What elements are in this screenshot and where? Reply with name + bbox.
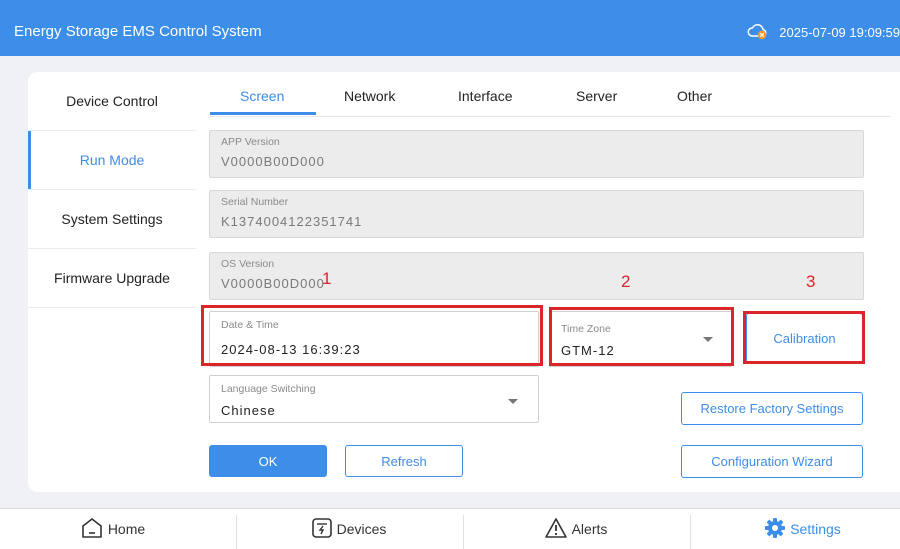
- nav-devices[interactable]: Devices: [236, 509, 461, 549]
- app-version-field: APP Version V0000B00D000: [209, 130, 864, 178]
- nav-label: Devices: [336, 521, 387, 537]
- chevron-down-icon: [508, 399, 518, 404]
- sidebar-item-label: Device Control: [66, 93, 158, 109]
- sidebar-item-system-settings[interactable]: System Settings: [28, 190, 196, 249]
- sidebar-item-label: System Settings: [61, 211, 163, 227]
- field-label: Time Zone: [561, 323, 611, 335]
- sidebar: Device Control Run Mode System Settings …: [28, 72, 196, 308]
- language-select[interactable]: Language Switching Chinese: [209, 375, 539, 423]
- sidebar-item-run-mode[interactable]: Run Mode: [28, 131, 196, 190]
- field-label: OS Version: [221, 258, 275, 270]
- field-label: APP Version: [221, 136, 280, 148]
- title-bar: Energy Storage EMS Control System 2025-0…: [0, 0, 900, 56]
- tab-network[interactable]: Network: [344, 88, 395, 104]
- active-tab-indicator: [210, 112, 316, 115]
- tab-other[interactable]: Other: [677, 88, 712, 104]
- header-datetime: 2025-07-09 19:09:59: [779, 25, 900, 40]
- os-version-field: OS Version V0000B00D000: [209, 252, 864, 300]
- sidebar-item-label: Firmware Upgrade: [54, 270, 170, 286]
- annotation-number-3: 3: [806, 272, 816, 291]
- ok-button[interactable]: OK: [209, 445, 327, 477]
- refresh-button[interactable]: Refresh: [345, 445, 463, 477]
- calibration-button[interactable]: Calibration: [746, 313, 863, 363]
- devices-icon: [311, 517, 337, 542]
- field-value: GTM-12: [561, 343, 615, 358]
- field-label: Serial Number: [221, 196, 289, 208]
- alert-icon: [544, 517, 572, 542]
- serial-number-field: Serial Number K1374004122351741: [209, 190, 864, 238]
- annotation-number-1: 1: [322, 269, 332, 288]
- field-value: Chinese: [221, 403, 276, 418]
- tab-interface[interactable]: Interface: [458, 88, 512, 104]
- field-value: V0000B00D000: [221, 276, 325, 291]
- nav-label: Alerts: [571, 521, 608, 537]
- annotation-number-2: 2: [621, 272, 631, 291]
- nav-home[interactable]: Home: [0, 509, 225, 549]
- sidebar-item-label: Run Mode: [79, 152, 145, 168]
- tab-screen[interactable]: Screen: [240, 88, 284, 104]
- sidebar-item-device-control[interactable]: Device Control: [28, 72, 196, 131]
- date-time-field[interactable]: Date & Time 2024-08-13 16:39:23: [209, 311, 539, 367]
- tab-bar: Screen Network Interface Server Other: [210, 72, 890, 117]
- field-label: Date & Time: [221, 319, 279, 331]
- cloud-error-icon[interactable]: [747, 22, 779, 43]
- gear-icon: [764, 517, 790, 542]
- field-value: K1374004122351741: [221, 214, 363, 229]
- time-zone-select[interactable]: Time Zone GTM-12: [549, 311, 732, 367]
- nav-settings[interactable]: Settings: [690, 509, 900, 549]
- field-label: Language Switching: [221, 383, 316, 395]
- field-value: V0000B00D000: [221, 154, 325, 169]
- field-value: 2024-08-13 16:39:23: [221, 342, 361, 357]
- configuration-wizard-button[interactable]: Configuration Wizard: [681, 445, 863, 478]
- restore-factory-settings-button[interactable]: Restore Factory Settings: [681, 392, 863, 425]
- home-icon: [80, 517, 108, 542]
- chevron-down-icon: [703, 337, 713, 342]
- bottom-nav: Home Devices Alerts Settings: [0, 508, 900, 549]
- nav-label: Home: [107, 521, 146, 537]
- nav-alerts[interactable]: Alerts: [463, 509, 688, 549]
- app-title: Energy Storage EMS Control System: [14, 23, 262, 40]
- nav-label: Settings: [790, 521, 841, 537]
- tab-server[interactable]: Server: [576, 88, 617, 104]
- sidebar-item-firmware-upgrade[interactable]: Firmware Upgrade: [28, 249, 196, 308]
